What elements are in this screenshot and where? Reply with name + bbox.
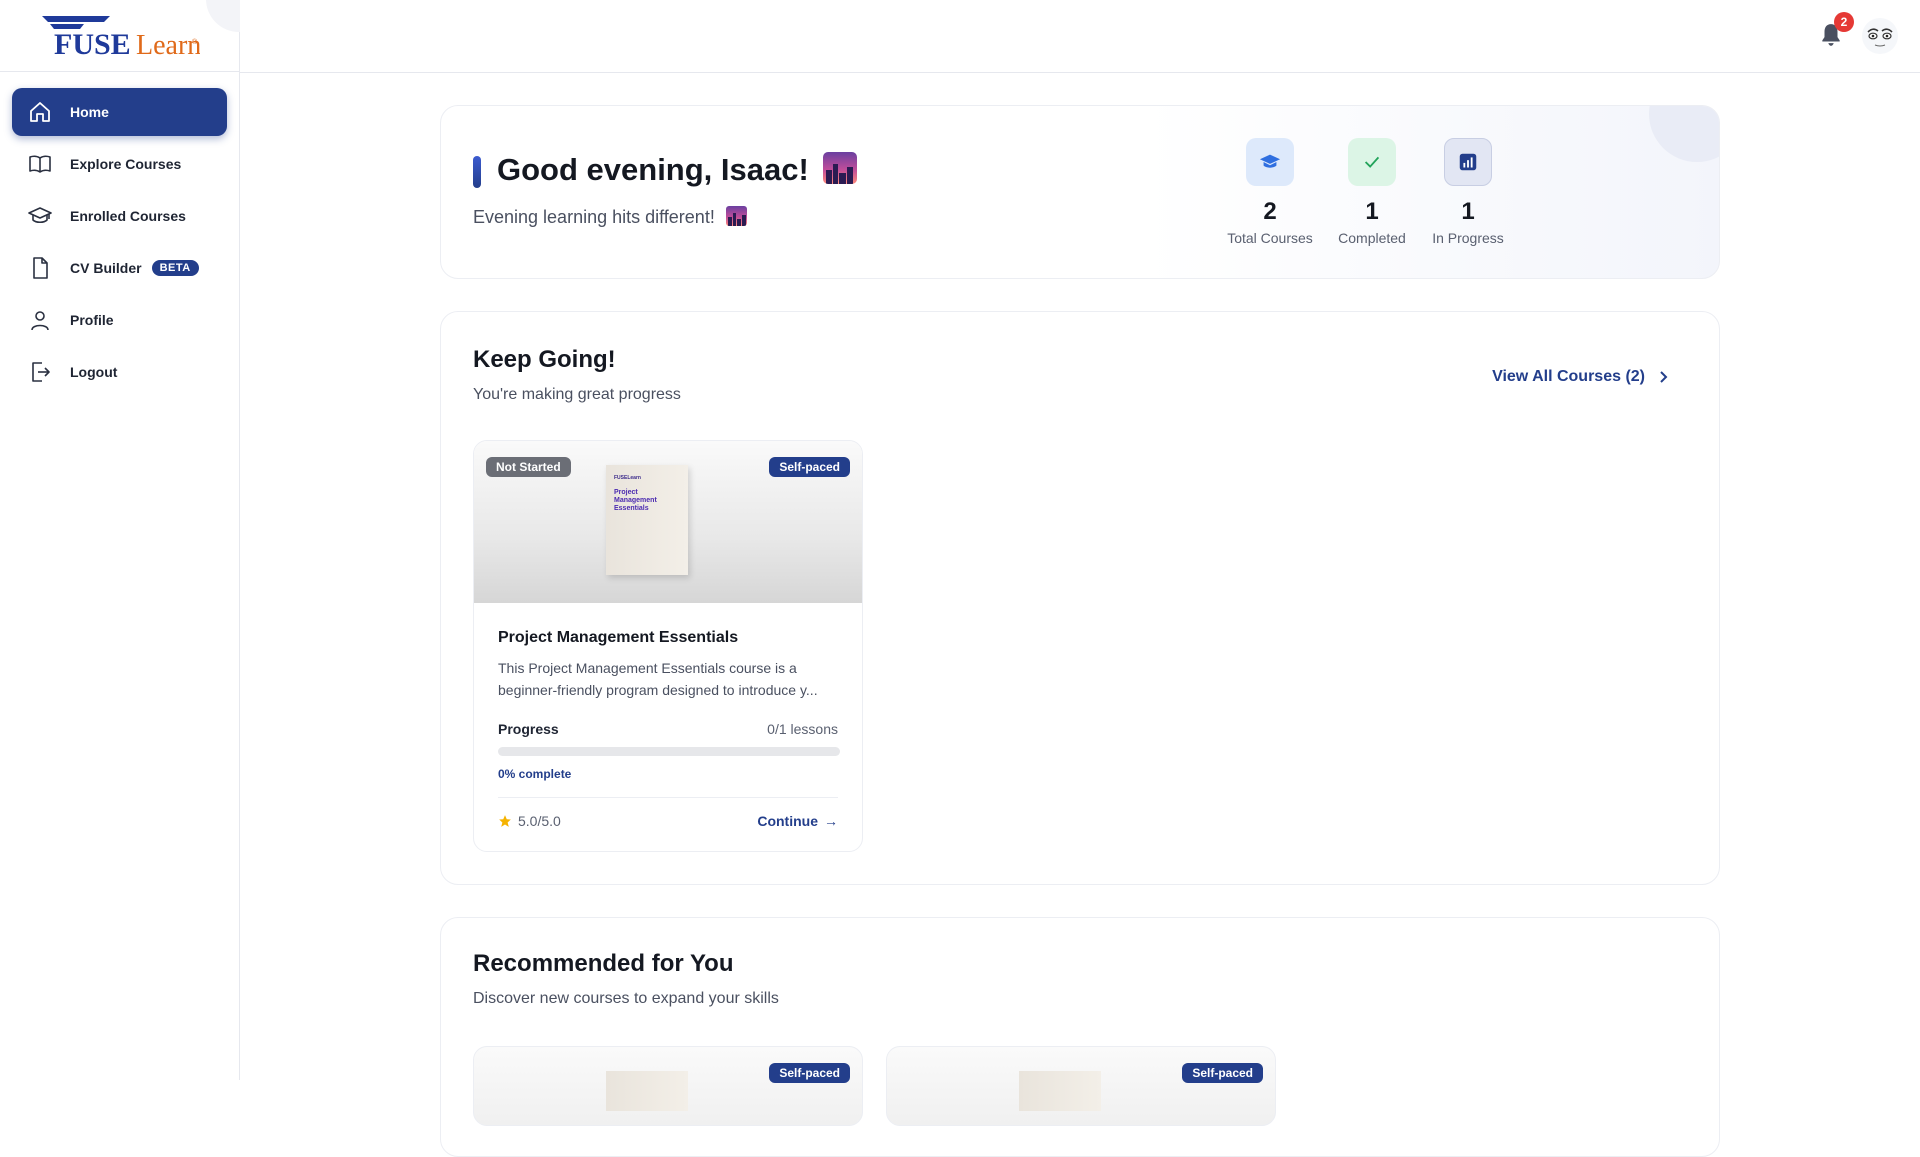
pace-badge: Self-paced	[769, 457, 850, 477]
course-rating: 5.0/5.0	[498, 813, 561, 829]
divider	[498, 797, 838, 798]
user-icon	[31, 311, 49, 331]
sidebar-item-profile[interactable]: Profile	[12, 296, 227, 344]
avatar[interactable]	[1862, 18, 1898, 54]
stat-label: In Progress	[1432, 230, 1504, 246]
home-icon	[30, 102, 50, 122]
decorative-corner-circle	[1649, 106, 1719, 162]
logo-area: FUSE Learn ®	[0, 0, 239, 72]
recommended-section: Recommended for You Discover new courses…	[440, 917, 1720, 1157]
sidebar-item-logout[interactable]: Logout	[12, 348, 227, 396]
sidebar: FUSE Learn ® Home Explore Courses Enroll…	[0, 0, 272, 1080]
course-thumbnail: FUSELearn Project Management Essentials …	[474, 441, 862, 603]
continue-label: Continue	[757, 813, 818, 829]
beta-badge: BETA	[151, 260, 199, 276]
night-city-emoji-icon	[725, 206, 747, 226]
fuselearn-logo[interactable]: FUSE Learn ®	[40, 14, 200, 58]
continue-button[interactable]: Continue →	[757, 813, 838, 829]
book-open-icon	[29, 155, 51, 173]
view-all-label: View All Courses (2)	[1492, 368, 1645, 385]
sidebar-item-enrolled-courses[interactable]: Enrolled Courses	[12, 192, 227, 240]
rating-value: 5.0/5.0	[518, 813, 561, 829]
accent-bar	[473, 156, 481, 188]
graduation-cap-icon	[1246, 138, 1294, 186]
greeting-subtitle-text: Evening learning hits different!	[473, 207, 715, 227]
course-description: This Project Management Essentials cours…	[498, 660, 818, 698]
greeting-subtitle: Evening learning hits different!	[473, 206, 747, 228]
progress-lessons: 0/1 lessons	[767, 721, 838, 737]
notification-count-badge: 2	[1834, 12, 1854, 32]
svg-text:Learn: Learn	[136, 30, 200, 58]
avatar-face-icon	[1867, 28, 1893, 47]
greeting-text: Good evening, Isaac!	[497, 152, 809, 187]
stat-label: Completed	[1338, 230, 1406, 246]
course-card[interactable]: FUSELearn Project Management Essentials …	[473, 440, 863, 852]
recommended-course-card[interactable]: Self-paced	[886, 1046, 1276, 1126]
welcome-card: Good evening, Isaac! Evening learning hi…	[440, 105, 1720, 279]
stat-value: 1	[1365, 198, 1379, 225]
logout-icon	[32, 362, 50, 382]
course-cover-image	[1019, 1071, 1101, 1111]
course-title: Project Management Essentials	[498, 629, 739, 646]
progress-percent: 0% complete	[498, 767, 572, 781]
svg-text:FUSE: FUSE	[54, 28, 131, 58]
stat-value: 2	[1263, 198, 1277, 225]
sidebar-item-home[interactable]: Home	[12, 88, 227, 136]
course-cover-image	[606, 1071, 688, 1111]
cover-brand: FUSELearn	[614, 475, 641, 481]
course-cover-image: FUSELearn Project Management Essentials	[606, 465, 688, 575]
progress-bar	[498, 747, 840, 756]
cover-title: Project Management Essentials	[614, 489, 657, 512]
check-icon	[1348, 138, 1396, 186]
status-badge: Not Started	[486, 457, 571, 477]
night-city-emoji-icon	[823, 152, 858, 184]
graduation-cap-icon	[28, 207, 52, 224]
top-bar: 2	[240, 0, 1920, 73]
sidebar-item-cv-builder[interactable]: CV Builder BETA	[12, 244, 227, 292]
section-subtitle: You're making great progress	[473, 386, 681, 403]
sidebar-item-label: CV Builder	[70, 260, 142, 276]
sidebar-item-label: Home	[70, 104, 109, 120]
bar-chart-icon	[1444, 138, 1492, 186]
sidebar-item-label: Profile	[70, 312, 114, 328]
sidebar-item-label: Enrolled Courses	[70, 208, 186, 224]
star-icon	[499, 815, 511, 827]
sidebar-item-explore-courses[interactable]: Explore Courses	[12, 140, 227, 188]
stat-label: Total Courses	[1227, 230, 1313, 246]
sidebar-item-label: Logout	[70, 364, 118, 380]
view-all-courses-link[interactable]: View All Courses (2)	[1492, 368, 1669, 386]
main-content: Good evening, Isaac! Evening learning hi…	[240, 73, 1920, 1157]
keep-going-section: Keep Going! You're making great progress…	[440, 311, 1720, 885]
document-icon	[33, 257, 48, 279]
section-subtitle: Discover new courses to expand your skil…	[473, 990, 779, 1007]
svg-text:®: ®	[192, 38, 198, 46]
sidebar-item-label: Explore Courses	[70, 156, 182, 172]
section-title: Recommended for You	[473, 950, 734, 977]
greeting-heading: Good evening, Isaac!	[497, 152, 858, 188]
stat-completed: 1 Completed	[1317, 138, 1427, 246]
stat-total-courses: 2 Total Courses	[1215, 138, 1325, 246]
stat-in-progress: 1 In Progress	[1413, 138, 1523, 246]
section-title: Keep Going!	[473, 346, 616, 373]
pace-badge: Self-paced	[769, 1063, 850, 1083]
stat-value: 1	[1461, 198, 1475, 225]
sidebar-nav: Home Explore Courses Enrolled Courses CV…	[0, 72, 239, 416]
recommended-course-card[interactable]: Self-paced	[473, 1046, 863, 1126]
pace-badge: Self-paced	[1182, 1063, 1263, 1083]
chevron-right-icon	[1660, 371, 1668, 383]
progress-label: Progress	[498, 721, 559, 737]
arrow-right-icon: →	[824, 813, 838, 829]
